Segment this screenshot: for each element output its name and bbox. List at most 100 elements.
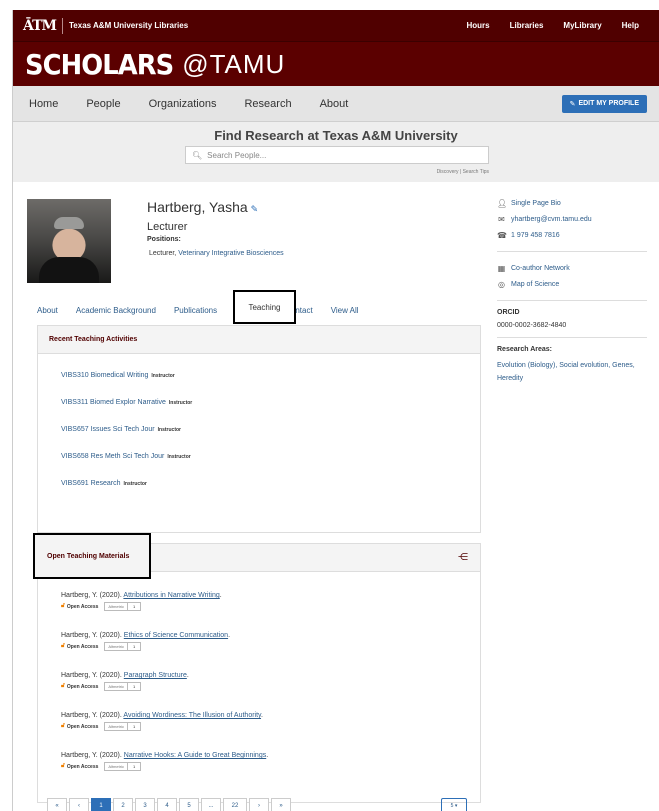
- mylibrary-link[interactable]: MyLibrary: [553, 21, 611, 30]
- role-label: Instructor: [168, 400, 193, 406]
- course-link[interactable]: VIBS658 Res Meth Sci Tech Jour: [61, 453, 164, 460]
- altmetric-label: Altmetric: [105, 683, 128, 690]
- open-access-badge: 🔓︎ Open Access: [61, 603, 98, 610]
- list-item: Hartberg, Y. (2020). Avoiding Wordiness:…: [61, 712, 263, 731]
- material-link[interactable]: Avoiding Wordiness: The Illusion of Auth…: [123, 712, 261, 719]
- altmetric-badge[interactable]: Altmetric 1: [104, 602, 142, 611]
- list-item: Hartberg, Y. (2020). Ethics of Science C…: [61, 632, 231, 651]
- share-icon[interactable]: ⋲: [458, 552, 468, 563]
- edit-icon: ✎: [569, 100, 576, 108]
- tab-publications[interactable]: Publications: [174, 306, 217, 315]
- map-of-science-label: Map of Science: [511, 280, 560, 288]
- position-unit-link[interactable]: Veterinary Integrative Biosciences: [178, 250, 283, 257]
- nav-about[interactable]: About: [320, 98, 349, 110]
- open-access-label: Open Access: [66, 723, 99, 730]
- first-page-button[interactable]: «: [47, 798, 67, 811]
- altmetric-badge[interactable]: Altmetric 1: [104, 642, 142, 651]
- map-of-science-link[interactable]: ◎ Map of Science: [497, 276, 647, 292]
- material-link[interactable]: Ethics of Science Communication: [124, 632, 228, 639]
- page-button-22[interactable]: 22: [223, 798, 247, 811]
- altmetric-score: 1: [132, 724, 136, 729]
- tamu-logo[interactable]: ĀTM: [23, 18, 57, 34]
- page-ellipsis: ...: [201, 798, 221, 811]
- position-role: Lecturer,: [149, 250, 177, 257]
- search-tips-link[interactable]: Discovery | Search Tips: [437, 169, 489, 175]
- research-areas-value[interactable]: Evolution (Biology), Social evolution, G…: [497, 359, 647, 385]
- sidebar-divider: [497, 300, 647, 301]
- altmetric-badge[interactable]: Altmetric 1: [104, 762, 142, 771]
- nav-people[interactable]: People: [86, 98, 120, 110]
- profile-tabs: About Academic Background Publications T…: [37, 306, 377, 315]
- course-link[interactable]: VIBS311 Biomed Explor Narrative: [61, 399, 166, 406]
- altmetric-score: 1: [132, 684, 136, 689]
- phone-link[interactable]: ☎ 1 979 458 7816: [497, 227, 647, 243]
- tab-academic-background[interactable]: Academic Background: [76, 306, 156, 315]
- altmetric-label: Altmetric: [105, 723, 128, 730]
- pagination: « ‹ 1 2 3 4 5 ... 22 › »: [47, 798, 291, 811]
- profile-photo: [27, 199, 111, 283]
- site-banner[interactable]: SCHOLARS @TAMU: [13, 42, 659, 86]
- course-link[interactable]: VIBS657 Issues Sci Tech Jour: [61, 426, 155, 433]
- positions-label: Positions:: [147, 236, 181, 243]
- page-button-3[interactable]: 3: [135, 798, 155, 811]
- banner-tamu: @TAMU: [182, 48, 286, 79]
- email-label: yhartberg@cvm.tamu.edu: [511, 215, 592, 223]
- open-access-badge: 🔓︎ Open Access: [61, 683, 98, 690]
- altmetric-badge[interactable]: Altmetric 1: [104, 722, 142, 731]
- research-areas-label: Research Areas:: [497, 346, 552, 353]
- per-page-select[interactable]: 5 ▾: [441, 798, 467, 811]
- libraries-link[interactable]: Libraries: [500, 21, 554, 30]
- page-button-4[interactable]: 4: [157, 798, 177, 811]
- position-value: Lecturer, Veterinary Integrative Bioscie…: [149, 250, 284, 257]
- last-page-button[interactable]: »: [271, 798, 291, 811]
- coauthor-network-link[interactable]: ▦ Co-author Network: [497, 260, 647, 276]
- role-label: Instructor: [151, 373, 175, 379]
- recent-teaching-panel: Recent Teaching Activities VIBS310 Biome…: [37, 325, 481, 533]
- list-item: VIBS691 Research Instructor: [61, 480, 480, 507]
- banner-scholars: SCHOLARS: [25, 47, 174, 81]
- altmetric-score: 1: [132, 764, 136, 769]
- materials-list: Hartberg, Y. (2020). Attributions in Nar…: [38, 572, 480, 792]
- next-page-button[interactable]: ›: [249, 798, 269, 811]
- page-button-2[interactable]: 2: [113, 798, 133, 811]
- nav-home[interactable]: Home: [29, 98, 58, 110]
- nav-research[interactable]: Research: [244, 98, 291, 110]
- tab-teaching[interactable]: Teaching: [233, 290, 296, 324]
- help-link[interactable]: Help: [612, 21, 649, 30]
- orcid-value[interactable]: 0000-0002-3682-4840: [497, 322, 647, 329]
- sidebar-divider: [497, 337, 647, 338]
- network-icon: ▦: [497, 263, 506, 273]
- citation-author: Hartberg, Y. (2020).: [61, 712, 122, 719]
- email-link[interactable]: ✉ yhartberg@cvm.tamu.edu: [497, 211, 647, 227]
- material-link[interactable]: Narrative Hooks: A Guide to Great Beginn…: [124, 752, 266, 759]
- single-page-bio-link[interactable]: 👤︎ Single Page Bio: [497, 195, 647, 211]
- page-button-1[interactable]: 1: [91, 798, 111, 811]
- search-input[interactable]: 🔍︎ Search People...: [185, 146, 489, 164]
- tab-about[interactable]: About: [37, 306, 58, 315]
- course-link[interactable]: VIBS691 Research: [61, 480, 121, 487]
- open-materials-header: Open Teaching Materials: [33, 533, 151, 579]
- profile-title: Lecturer: [147, 221, 188, 233]
- main-nav: Home People Organizations Research About…: [13, 86, 659, 122]
- list-item: VIBS657 Issues Sci Tech Jour Instructor: [61, 426, 480, 453]
- material-link[interactable]: Attributions in Narrative Writing: [123, 592, 219, 599]
- profile-name: Hartberg, Yasha ✎: [147, 199, 258, 215]
- edit-name-icon[interactable]: ✎: [251, 204, 259, 214]
- nav-organizations[interactable]: Organizations: [149, 98, 217, 110]
- page-button-5[interactable]: 5: [179, 798, 199, 811]
- edit-profile-button[interactable]: ✎ EDIT MY PROFILE: [561, 94, 647, 113]
- library-name-link[interactable]: Texas A&M University Libraries: [69, 21, 188, 30]
- hours-link[interactable]: Hours: [457, 21, 500, 30]
- unlock-icon: 🔓︎: [61, 683, 65, 689]
- course-link[interactable]: VIBS310 Biomedical Writing: [61, 372, 148, 379]
- list-item: Hartberg, Y. (2020). Narrative Hooks: A …: [61, 752, 269, 771]
- list-item: Hartberg, Y. (2020). Paragraph Structure…: [61, 672, 189, 691]
- altmetric-badge[interactable]: Altmetric 1: [104, 682, 142, 691]
- tab-view-all[interactable]: View All: [331, 306, 359, 315]
- material-link[interactable]: Paragraph Structure: [124, 672, 187, 679]
- globe-icon: ◎: [498, 279, 505, 289]
- citation-author: Hartberg, Y. (2020).: [61, 672, 122, 679]
- list-item: VIBS658 Res Meth Sci Tech Jour Instructor: [61, 453, 480, 480]
- open-access-badge: 🔓︎ Open Access: [61, 643, 98, 650]
- prev-page-button[interactable]: ‹: [69, 798, 89, 811]
